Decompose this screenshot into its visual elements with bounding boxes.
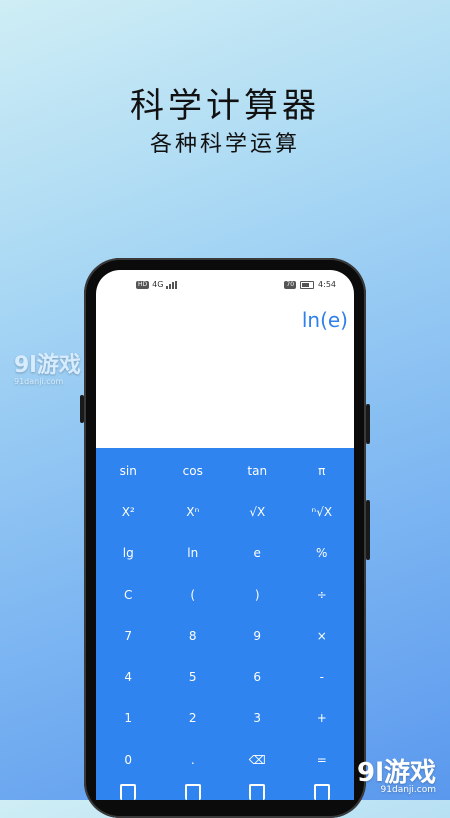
key-7[interactable]: 7: [96, 615, 161, 656]
key-power[interactable]: Xⁿ: [161, 491, 226, 532]
phone-power-button: [366, 404, 370, 444]
watermark-left-url: 91danji.com: [14, 377, 64, 386]
signal-icon: [166, 280, 178, 289]
watermark-left-text: 9l游戏: [14, 353, 81, 378]
key-backspace[interactable]: ⌫: [225, 739, 290, 780]
tab-tools-icon[interactable]: [249, 784, 266, 800]
watermark-right-text: 9l游戏: [356, 758, 436, 788]
promo-subtitle: 各种科学运算: [149, 132, 300, 157]
network-label: 4G: [152, 280, 164, 289]
battery-label: 70: [284, 280, 297, 289]
phone-volume-button: [366, 500, 370, 560]
key-minus[interactable]: -: [290, 656, 355, 697]
phone-side-button: [80, 395, 84, 423]
key-e[interactable]: e: [225, 533, 290, 574]
bottom-tab-bar: [96, 780, 354, 800]
key-0[interactable]: 0: [96, 739, 161, 780]
key-3[interactable]: 3: [225, 698, 290, 739]
key-decimal[interactable]: .: [161, 739, 226, 780]
promo-title: 科学计算器: [130, 86, 320, 126]
key-clear[interactable]: C: [96, 574, 161, 615]
key-5[interactable]: 5: [161, 656, 226, 697]
key-8[interactable]: 8: [161, 615, 226, 656]
key-1[interactable]: 1: [96, 698, 161, 739]
calculator-screen: HD 4G 70 4:54 ln(e) sin cos tan π X² Xⁿ …: [96, 270, 354, 800]
key-2[interactable]: 2: [161, 698, 226, 739]
key-divide[interactable]: ÷: [290, 574, 355, 615]
status-time: 4:54: [318, 280, 336, 289]
key-9[interactable]: 9: [225, 615, 290, 656]
key-ln[interactable]: ln: [161, 533, 226, 574]
key-cos[interactable]: cos: [161, 450, 226, 491]
key-sin[interactable]: sin: [96, 450, 161, 491]
hd-badge: HD: [136, 280, 150, 289]
key-4[interactable]: 4: [96, 656, 161, 697]
expression-display: ln(e): [301, 308, 348, 332]
key-open-paren[interactable]: (: [161, 574, 226, 615]
key-plus[interactable]: +: [290, 698, 355, 739]
key-nth-root[interactable]: ⁿ√X: [290, 491, 355, 532]
key-tan[interactable]: tan: [225, 450, 290, 491]
key-pi[interactable]: π: [290, 450, 355, 491]
watermark-logo-right: 9l游戏 91danji.com: [357, 752, 436, 795]
key-equals[interactable]: =: [290, 739, 355, 780]
keypad: sin cos tan π X² Xⁿ √X ⁿ√X lg ln e % C (…: [96, 448, 354, 800]
battery-icon: [300, 280, 315, 289]
key-6[interactable]: 6: [225, 656, 290, 697]
tab-scientific-icon[interactable]: [184, 784, 201, 800]
key-lg[interactable]: lg: [96, 533, 161, 574]
tab-more-icon[interactable]: [313, 784, 330, 800]
key-multiply[interactable]: ×: [290, 615, 355, 656]
key-square[interactable]: X²: [96, 491, 161, 532]
key-close-paren[interactable]: ): [225, 574, 290, 615]
tab-calculator-icon[interactable]: [120, 784, 137, 800]
key-percent[interactable]: %: [290, 533, 355, 574]
watermark-logo-left: 9l游戏 91danji.com: [14, 347, 81, 386]
key-sqrt[interactable]: √X: [225, 491, 290, 532]
status-bar: HD 4G 70 4:54: [96, 278, 354, 292]
